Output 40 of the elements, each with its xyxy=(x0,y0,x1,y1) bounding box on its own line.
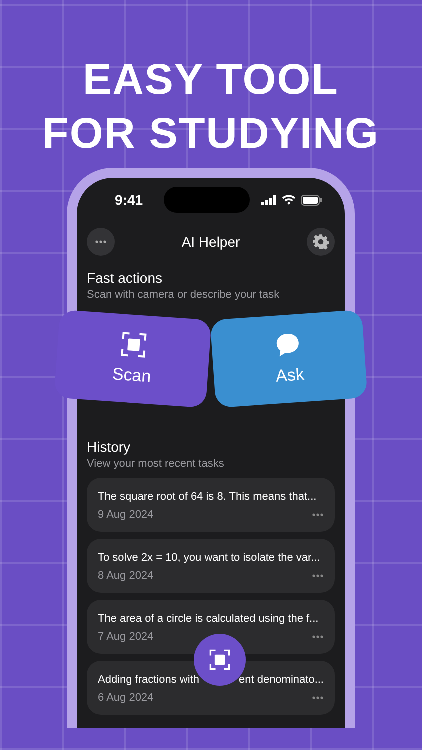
signal-icon xyxy=(261,195,277,205)
history-date: 9 Aug 2024 xyxy=(98,509,154,521)
battery-icon xyxy=(301,194,323,206)
status-time: 9:41 xyxy=(115,192,144,208)
section-title: History xyxy=(87,439,132,455)
more-icon xyxy=(312,574,324,578)
history-title: To solve 2x = 10, you want to isolate the var... xyxy=(98,552,320,564)
settings-icon xyxy=(312,234,329,250)
more-icon xyxy=(312,513,324,517)
chat-bubble-icon xyxy=(274,331,302,359)
headline: EASY TOOL xyxy=(83,55,339,106)
history-title: Adding fractions with xyxy=(98,674,200,686)
scan-icon xyxy=(209,649,231,671)
history-card[interactable]: The area of a circle is calculated using the f... 7 Aug 2024 xyxy=(87,600,335,654)
more-icon xyxy=(312,696,324,700)
section-subtitle: View your most recent tasks xyxy=(87,458,226,470)
settings-button[interactable] xyxy=(306,228,335,256)
scan-button[interactable]: Scan xyxy=(54,310,212,408)
more-button[interactable] xyxy=(312,635,324,639)
history-date: 8 Aug 2024 xyxy=(98,570,154,582)
section-title: Fast actions xyxy=(87,270,164,286)
wifi-icon xyxy=(282,195,296,205)
more-icon xyxy=(312,635,324,639)
headline: FOR STUDYING xyxy=(42,109,380,160)
more-button[interactable] xyxy=(87,228,115,256)
more-button[interactable] xyxy=(312,513,324,517)
history-card[interactable]: To solve 2x = 10, you want to isolate the var... 8 Aug 2024 xyxy=(87,539,335,593)
scan-icon xyxy=(120,331,148,359)
history-card[interactable]: The square root of 64 is 8. This means that... 9 Aug 2024 xyxy=(87,478,335,532)
history-card[interactable]: Adding fractions with ent denominato... 6 Aug 2024 xyxy=(87,661,335,715)
screen-title: AI Helper xyxy=(182,234,240,250)
history-date: 6 Aug 2024 xyxy=(98,692,154,704)
history-title: ent denominato... xyxy=(238,674,324,686)
more-button[interactable] xyxy=(312,574,324,578)
history-title: The area of a circle is calculated using the f... xyxy=(98,613,319,625)
history-title: The square root of 64 is 8. This means that... xyxy=(98,491,317,503)
history-date: 7 Aug 2024 xyxy=(98,631,154,643)
more-icon xyxy=(95,240,107,244)
section-subtitle: Scan with camera or describe your task xyxy=(87,289,281,301)
more-button[interactable] xyxy=(312,696,324,700)
